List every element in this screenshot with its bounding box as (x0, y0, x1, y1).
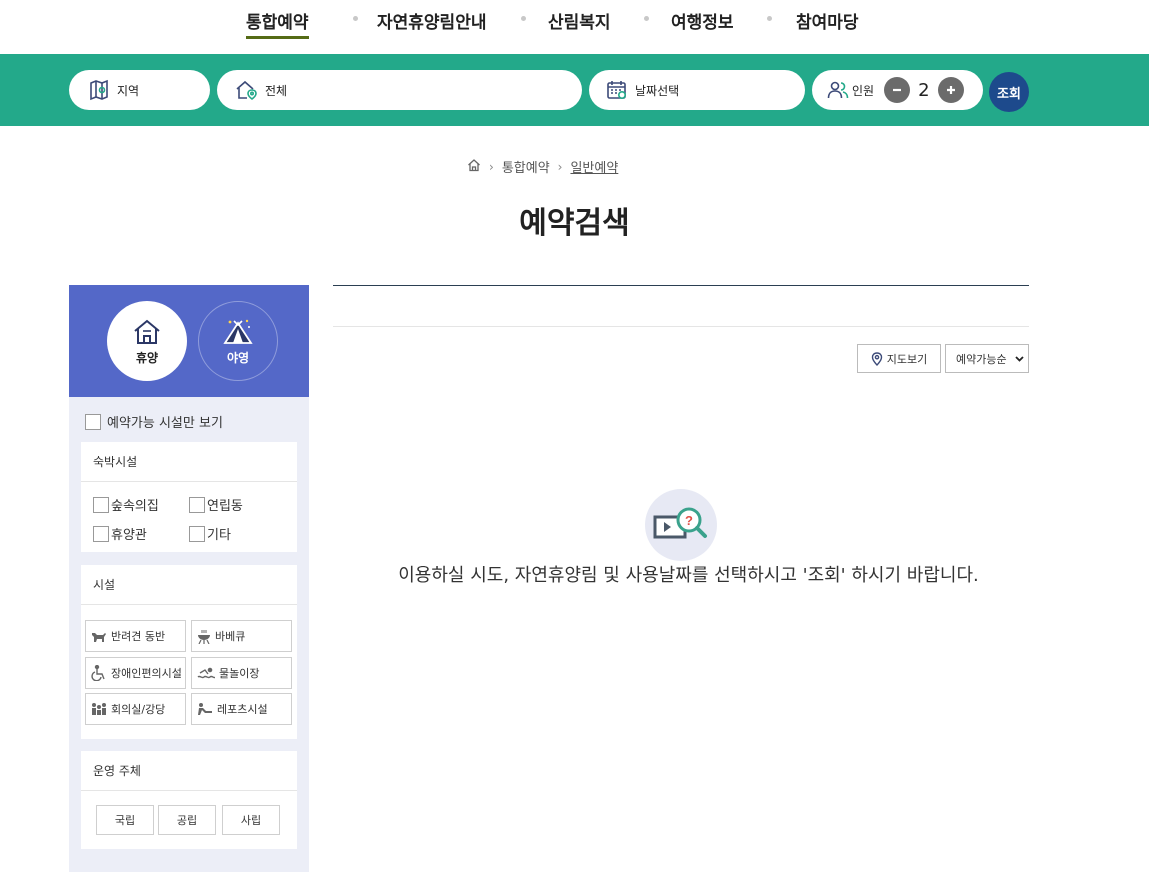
nav-separator (521, 16, 526, 21)
operator-private-button[interactable]: 사립 (222, 805, 280, 835)
type-button-camping[interactable]: 야영 (198, 301, 278, 381)
breadcrumb-current[interactable]: 일반예약 (570, 157, 618, 176)
page-title: 예약검색 (519, 206, 630, 241)
search-bar: 지역 전체 날짜선택 인원 2 조회 (0, 54, 1149, 126)
swimming-icon (197, 667, 215, 679)
dog-icon (92, 633, 106, 642)
panel-title: 운영 주체 (81, 751, 297, 791)
nav-item-forest-guide[interactable]: 자연휴양림안내 (377, 8, 486, 33)
operator-national-button[interactable]: 국립 (96, 805, 154, 835)
home-pin-icon (235, 78, 259, 102)
option-label: 바베큐 (215, 630, 246, 643)
facility-option-accessible[interactable]: 장애인편의시설 (85, 657, 186, 689)
nav-item-reservation[interactable]: 통합예약 (246, 8, 309, 39)
lodging-option[interactable]: 숲속의집 (93, 495, 159, 514)
map-icon (87, 78, 111, 102)
type-toggle: 휴양 야영 (69, 285, 309, 397)
map-view-button[interactable]: 지도보기 (857, 344, 941, 373)
facility-option-pet[interactable]: 반려견 동반 (85, 620, 186, 652)
type-button-lodging[interactable]: 휴양 (107, 301, 187, 381)
facility-option-meeting-room[interactable]: 회의실/강당 (85, 693, 186, 725)
available-only-label: 예약가능 시설만 보기 (107, 416, 223, 431)
sort-select[interactable]: 예약가능순 (945, 344, 1029, 373)
option-label: 물놀이장 (219, 667, 260, 680)
nav-separator (353, 16, 358, 21)
people-count: 2 (918, 79, 930, 101)
nav-separator (644, 16, 649, 21)
sort-selected-value: 예약가능순 (956, 352, 1007, 366)
breadcrumb-item[interactable]: 통합예약 (502, 157, 550, 176)
chevron-right-icon: › (557, 159, 563, 174)
available-only-toggle[interactable]: 예약가능 시설만 보기 (85, 412, 223, 431)
search-question-icon: ? (653, 507, 707, 539)
nav-separator (767, 16, 772, 21)
facility-filter-panel: 시설 반려견 동반 바베큐 장애인편의시설 물놀이장 회의실/강당 레포츠시설 (81, 565, 297, 739)
plus-icon (946, 86, 955, 94)
checkbox[interactable] (189, 525, 205, 542)
option-label: 반려견 동반 (111, 630, 166, 643)
option-label: 회의실/강당 (111, 703, 166, 716)
results-divider (333, 285, 1029, 286)
type-label: 야영 (226, 350, 250, 365)
forest-label: 전체 (265, 83, 288, 98)
panel-title: 숙박시설 (81, 442, 297, 482)
sports-icon (198, 703, 212, 715)
breadcrumb: › 통합예약 › 일반예약 (467, 157, 618, 176)
results-divider (333, 326, 1029, 327)
option-label: 숲속의집 (111, 499, 159, 514)
checkbox[interactable] (93, 525, 109, 542)
option-label: 휴양관 (111, 528, 147, 543)
tent-icon (223, 319, 253, 344)
people-label: 인원 (852, 83, 875, 98)
chevron-down-icon (1015, 355, 1024, 362)
region-label: 지역 (117, 83, 140, 98)
meeting-icon (92, 703, 106, 715)
lodging-option[interactable]: 휴양관 (93, 524, 147, 543)
people-picker: 인원 2 (812, 70, 983, 110)
date-select[interactable]: 날짜선택 (589, 70, 805, 110)
option-label: 레포츠시설 (217, 703, 268, 716)
forest-select[interactable]: 전체 (217, 70, 582, 110)
people-icon (826, 78, 850, 102)
checkbox[interactable] (93, 496, 109, 513)
lodging-option[interactable]: 기타 (189, 524, 231, 543)
option-label: 연립동 (207, 499, 243, 514)
wheelchair-icon (91, 665, 105, 681)
empty-results-message: 이용하실 시도, 자연휴양림 및 사용날짜를 선택하시고 '조회' 하시기 바랍… (398, 565, 979, 586)
lodging-option[interactable]: 연립동 (189, 495, 243, 514)
search-submit-button[interactable]: 조회 (989, 72, 1029, 112)
chevron-right-icon: › (489, 159, 494, 174)
no-results-illustration: ? (645, 489, 717, 561)
grill-icon (198, 629, 210, 644)
type-label: 휴양 (135, 350, 159, 365)
map-view-label: 지도보기 (886, 352, 928, 366)
option-label: 장애인편의시설 (111, 667, 182, 680)
minus-button[interactable] (884, 77, 911, 103)
home-icon[interactable] (467, 158, 481, 176)
plus-button[interactable] (937, 77, 964, 103)
option-label: 기타 (207, 528, 231, 543)
location-pin-icon (871, 351, 882, 366)
nav-item-welfare[interactable]: 산림복지 (548, 8, 611, 33)
calendar-icon (605, 78, 629, 102)
checkbox[interactable] (189, 496, 205, 513)
minus-icon (893, 88, 902, 92)
nav-item-community[interactable]: 참여마당 (796, 8, 859, 33)
lodging-filter-panel: 숙박시설 숲속의집 연립동 휴양관 기타 (81, 442, 297, 552)
date-label: 날짜선택 (635, 83, 680, 98)
facility-option-water-play[interactable]: 물놀이장 (191, 657, 292, 689)
house-icon (134, 319, 160, 344)
top-nav: 통합예약 자연휴양림안내 산림복지 여행정보 참여마당 (0, 0, 1149, 54)
operator-public-button[interactable]: 공립 (158, 805, 216, 835)
nav-item-travel[interactable]: 여행정보 (671, 8, 734, 33)
facility-option-leisure-sports[interactable]: 레포츠시설 (191, 693, 292, 725)
operator-filter-panel: 운영 주체 국립 공립 사립 (81, 751, 297, 849)
available-only-checkbox[interactable] (85, 413, 101, 430)
facility-option-bbq[interactable]: 바베큐 (191, 620, 292, 652)
svg-text:?: ? (685, 513, 693, 528)
region-select[interactable]: 지역 (69, 70, 210, 110)
